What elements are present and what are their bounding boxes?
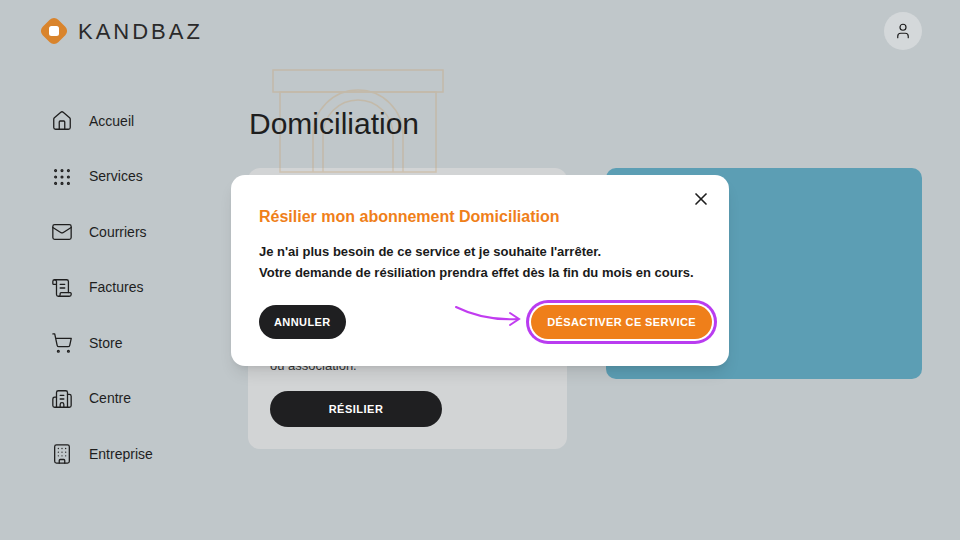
sidebar-item[interactable]: Store <box>51 331 248 355</box>
sidebar-item-icon <box>51 221 73 243</box>
cancel-button[interactable]: ANNULER <box>259 305 346 339</box>
deactivate-button[interactable]: DÉSACTIVER CE SERVICE <box>531 305 712 339</box>
logo[interactable]: KANDBAZ <box>38 15 203 48</box>
sidebar-item[interactable]: Courriers <box>51 220 248 244</box>
app: KANDBAZ Accueil Services Courriers Factures S… <box>0 0 960 540</box>
modal: Résilier mon abonnement Domiciliation Je … <box>231 175 729 366</box>
header: KANDBAZ <box>0 0 960 62</box>
sidebar-item[interactable]: Services <box>51 165 248 189</box>
sidebar-item-icon <box>51 332 73 354</box>
modal-body: Je n'ai plus besoin de ce service et je … <box>259 241 712 283</box>
close-button[interactable] <box>689 187 713 211</box>
sidebar-item[interactable]: Centre <box>51 387 248 411</box>
page-title: Domiciliation <box>249 106 960 142</box>
sidebar-item-icon <box>51 277 73 299</box>
user-icon <box>894 22 912 40</box>
logo-text: KANDBAZ <box>78 15 203 48</box>
account-button[interactable] <box>884 12 922 50</box>
logo-icon <box>38 15 70 47</box>
sidebar-item-icon <box>51 443 73 465</box>
modal-text: Votre demande de résiliation prendra eff… <box>259 262 712 283</box>
sidebar-item[interactable]: Accueil <box>51 109 248 133</box>
sidebar-item-icon <box>51 388 73 410</box>
modal-actions: ANNULER DÉSACTIVER CE SERVICE <box>259 305 712 339</box>
modal-title: Résilier mon abonnement Domiciliation <box>259 205 712 229</box>
sidebar-item[interactable]: Factures <box>51 276 248 300</box>
pointer-arrow-icon <box>454 303 526 329</box>
close-icon <box>691 189 711 209</box>
sidebar-item[interactable]: Entreprise <box>51 442 248 466</box>
sidebar-item-icon <box>51 166 73 188</box>
modal-text: Je n'ai plus besoin de ce service et je … <box>259 241 712 262</box>
sidebar-item-icon <box>51 110 73 132</box>
cancel-subscription-button[interactable]: RÉSILIER <box>270 391 442 427</box>
sidebar: Accueil Services Courriers Factures Store Cen… <box>0 62 248 466</box>
